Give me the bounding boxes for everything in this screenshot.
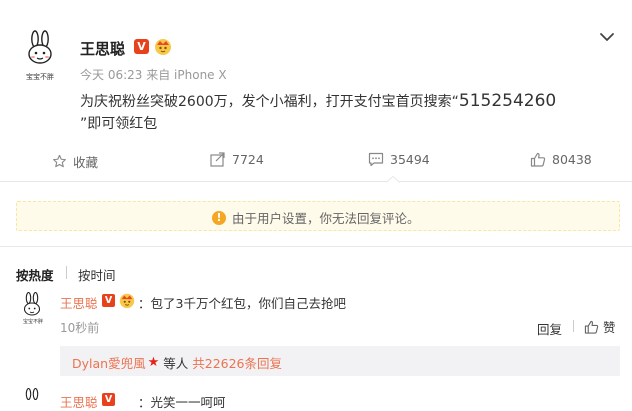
divider [0, 181, 632, 182]
favorite-label: 收藏 [73, 155, 99, 170]
like-button[interactable]: 80438 [530, 152, 592, 167]
post-body: 为庆祝粉丝突破2600万，发个小福利，打开支付宝首页搜索“515254260 ”… [80, 90, 600, 135]
comment-reply-button[interactable]: 回复 [537, 319, 562, 338]
author-avatar[interactable] [18, 30, 62, 76]
post-meta: 今天 06:23 来自 iPhone X [80, 66, 227, 83]
chevron-down-icon[interactable] [598, 30, 616, 44]
comment-author[interactable]: 王思聪 [60, 293, 98, 312]
crown-icon [155, 39, 171, 55]
post-time: 今天 06:23 [80, 68, 143, 82]
verified-badge-icon: V [134, 39, 149, 54]
divider [0, 246, 632, 247]
comment-icon [368, 152, 384, 167]
like-count: 80438 [552, 152, 592, 167]
sub-reply-count-link[interactable]: 共22626条回复 [192, 353, 282, 372]
post-code: 515254260 [458, 91, 557, 111]
comment-time: 10秒前 [60, 321, 100, 335]
warning-icon: ! [212, 210, 226, 225]
author-name[interactable]: 王思聪 [80, 38, 125, 59]
next-comment-avatar[interactable] [17, 388, 47, 402]
avatar-caption: 宝宝不胖 [26, 73, 54, 81]
sub-reply-user[interactable]: Dylan愛兜風 [72, 353, 146, 372]
repost-count: 7724 [232, 152, 264, 167]
pointer-caret-icon [386, 176, 400, 183]
sort-tab-time[interactable]: 按时间 [78, 265, 116, 284]
verified-badge-icon: V [102, 294, 115, 307]
post-source: 来自 iPhone X [146, 68, 227, 82]
comment-avatar-caption: 宝宝不胖 [22, 319, 43, 325]
verified-badge-icon: V [102, 393, 115, 406]
crown-icon [119, 293, 135, 309]
thumbs-up-icon [530, 152, 546, 167]
comment-like-label: 赞 [603, 320, 616, 335]
star-icon [53, 154, 66, 168]
thumbs-up-icon [584, 320, 599, 334]
comment-text: ：包了3千万个红包，你们自己去抢吧 [138, 296, 346, 311]
repost-icon [210, 152, 225, 167]
post-text-line1: 为庆祝粉丝突破2600万，发个小福利，打开支付宝首页搜索“ [80, 94, 459, 110]
comment-button[interactable]: 35494 [368, 152, 430, 167]
repost-button[interactable]: 7724 [210, 152, 264, 167]
sub-replies[interactable]: Dylan愛兜風 ★ 等人 共22626条回复 [60, 346, 620, 376]
favorite-button[interactable]: 收藏 [52, 152, 98, 171]
star-badge-icon: ★ [147, 355, 160, 370]
notice-text: 由于用户设置，你无法回复评论。 [232, 211, 420, 226]
sort-separator [66, 266, 67, 279]
reply-disabled-notice: ! 由于用户设置，你无法回复评论。 [16, 201, 620, 231]
comment-like-button[interactable]: 赞 [584, 317, 616, 336]
comment-count: 35494 [390, 152, 430, 167]
action-separator [573, 320, 574, 332]
sub-reply-suffix: 等人 [163, 356, 189, 371]
post-text-line2: ”即可领红包 [80, 116, 158, 132]
sort-tab-hot[interactable]: 按热度 [16, 265, 54, 284]
